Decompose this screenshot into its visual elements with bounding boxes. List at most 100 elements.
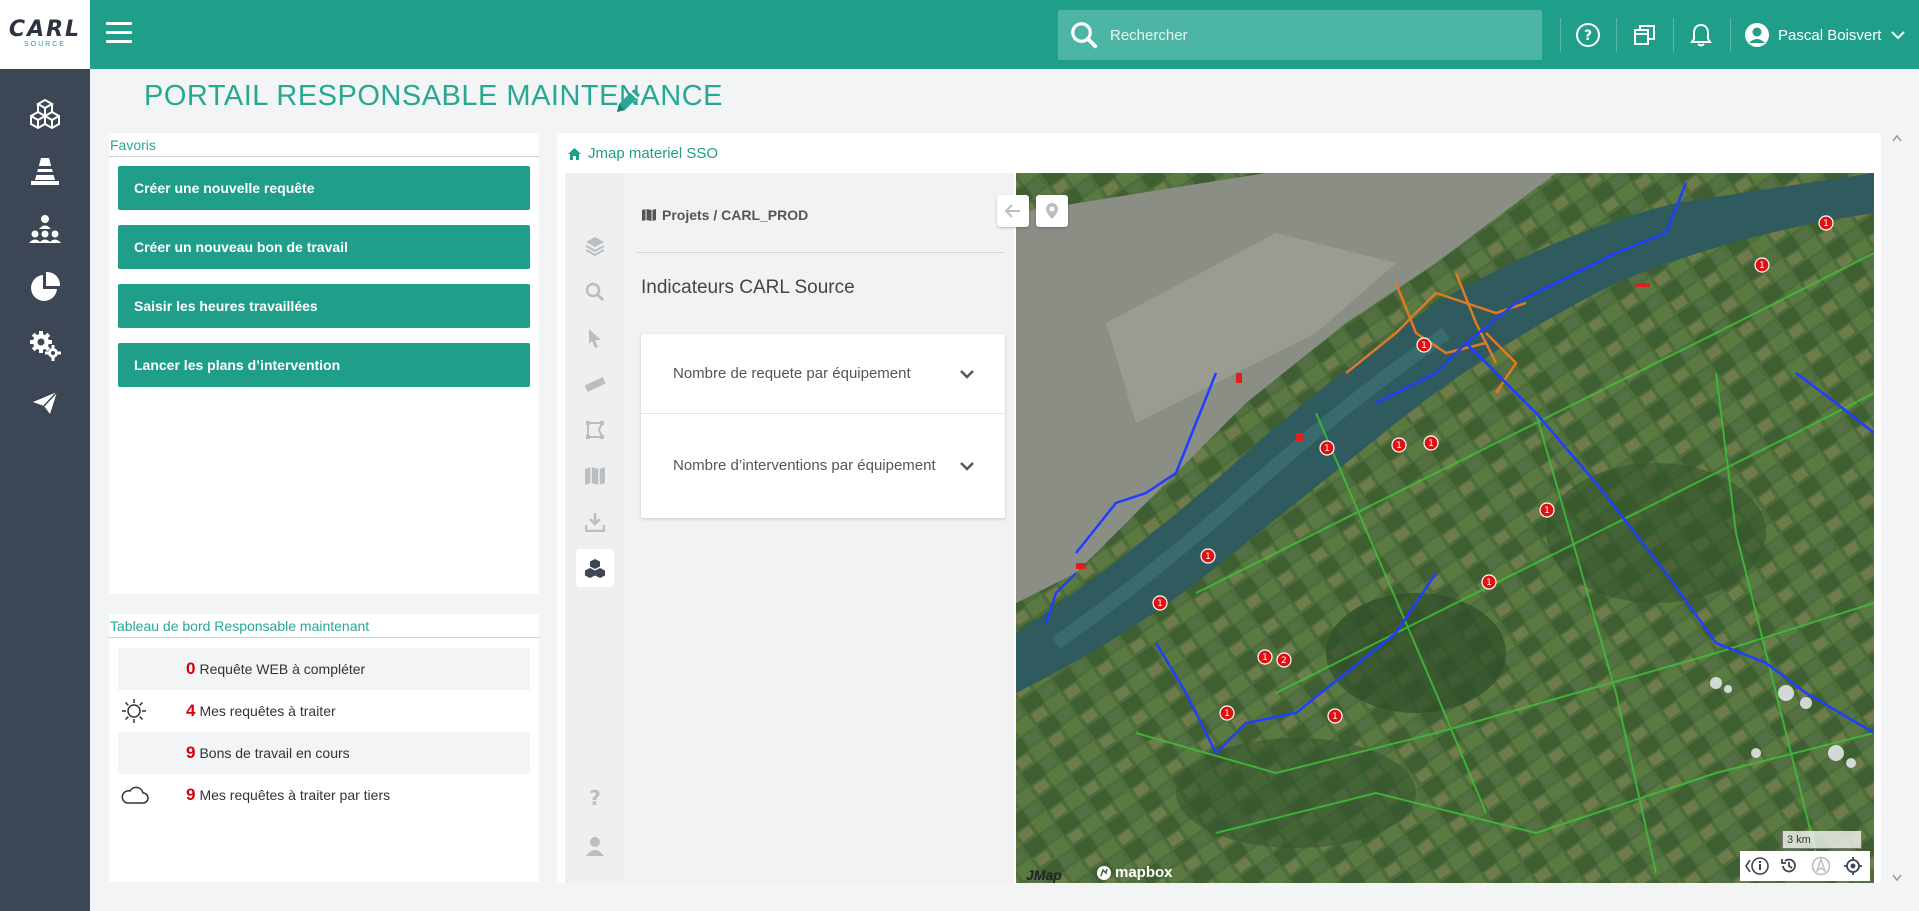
project-path: Projets / CARL_PROD <box>662 207 809 223</box>
layers-icon[interactable] <box>576 227 614 265</box>
map-widget: Jmap materiel SSO ? Projets / CARL_PROD … <box>557 133 1881 883</box>
indicators-title: Indicateurs CARL Source <box>641 277 855 298</box>
map-marker[interactable]: 1 <box>1539 502 1555 518</box>
menu-toggle-icon[interactable] <box>106 22 132 44</box>
indicators-cubes-icon[interactable] <box>576 549 614 587</box>
row-label: Mes requêtes à traiter par tiers <box>199 787 391 803</box>
chevron-down-icon <box>960 462 974 471</box>
marker-count: 1 <box>1205 552 1211 562</box>
edit-pencil-icon[interactable] <box>611 84 645 118</box>
user-name: Pascal Boisvert <box>1778 26 1882 44</box>
map-marker[interactable]: 1 <box>1481 574 1497 590</box>
row-count: 9 <box>186 785 196 804</box>
download-icon[interactable] <box>576 503 614 541</box>
map-marker[interactable]: 1 <box>1818 215 1834 231</box>
map-info-icon[interactable] <box>1740 851 1774 881</box>
user-menu[interactable]: Pascal Boisvert <box>1744 20 1906 50</box>
mapbox-icon <box>1097 865 1111 880</box>
separator <box>1673 18 1674 52</box>
map-tool-rail: ? <box>565 173 625 883</box>
map-breadcrumb-label: Jmap materiel SSO <box>588 145 719 162</box>
map-folded-icon[interactable] <box>576 457 614 495</box>
marker-count: 1 <box>1157 599 1163 609</box>
mapbox-label: mapbox <box>1115 864 1173 881</box>
map-marker[interactable]: 1 <box>1416 337 1432 353</box>
windows-icon[interactable] <box>1630 20 1660 50</box>
nav-settings-icon[interactable] <box>25 325 65 365</box>
svg-text:?: ? <box>1584 28 1592 44</box>
nav-cone-icon[interactable] <box>25 151 65 191</box>
nav-equipment-icon[interactable] <box>25 93 65 133</box>
user-profile-icon[interactable] <box>576 827 614 865</box>
page-scrollbar[interactable] <box>1890 133 1904 883</box>
measure-ruler-icon[interactable] <box>576 365 614 403</box>
nav-hierarchy-icon[interactable] <box>25 209 65 249</box>
map-marker[interactable]: 1 <box>1423 435 1439 451</box>
project-breadcrumb[interactable]: Projets / CARL_PROD <box>641 207 808 223</box>
bell-icon[interactable] <box>1686 20 1716 50</box>
separator <box>1730 18 1731 52</box>
mapbox-logo: mapbox <box>1096 864 1173 881</box>
map-marker[interactable]: 1 <box>1257 649 1273 665</box>
dashboard-row[interactable]: 0 Requête WEB à compléter <box>118 648 530 690</box>
create-work-order-button[interactable]: Créer un nouveau bon de travail <box>118 225 530 269</box>
map-history-icon[interactable] <box>1772 851 1806 881</box>
nav-pie-chart-icon[interactable] <box>25 267 65 307</box>
marker-count: 1 <box>1224 709 1230 719</box>
enter-hours-button[interactable]: Saisir les heures travaillées <box>118 284 530 328</box>
home-icon <box>568 147 581 160</box>
search-bar <box>1058 10 1542 60</box>
map-compass-icon[interactable] <box>1804 851 1838 881</box>
indicator-requests-per-equipment[interactable]: Nombre de requete par équipement <box>641 334 1005 414</box>
map-icon <box>642 209 656 221</box>
marker-count: 1 <box>1486 578 1492 588</box>
map-pin-icon[interactable] <box>1036 195 1068 227</box>
nav-send-icon[interactable] <box>25 383 65 423</box>
row-count: 4 <box>186 701 196 720</box>
row-label: Bons de travail en cours <box>199 745 350 761</box>
map-marker[interactable]: 1 <box>1200 548 1216 564</box>
create-request-button[interactable]: Créer une nouvelle requête <box>118 166 530 210</box>
map-marker[interactable]: 2 <box>1276 652 1292 668</box>
map-scale: 3 km <box>1782 831 1862 849</box>
user-avatar-icon <box>1745 23 1769 47</box>
search-input[interactable] <box>1110 26 1510 44</box>
map-breadcrumb[interactable]: Jmap materiel SSO <box>567 145 718 162</box>
chevron-down-icon <box>1891 31 1906 40</box>
map-search-icon[interactable] <box>576 273 614 311</box>
row-count: 9 <box>186 743 196 762</box>
marker-count: 1 <box>1759 261 1765 271</box>
map-marker[interactable]: 1 <box>1391 437 1407 453</box>
map-marker[interactable]: 1 <box>1327 708 1343 724</box>
map-back-arrow-icon[interactable] <box>997 195 1029 227</box>
dashboard-row[interactable]: 4 Mes requêtes à traiter <box>118 690 530 732</box>
select-pointer-icon[interactable] <box>576 319 614 357</box>
sun-icon <box>118 697 186 725</box>
indicator-interventions-per-equipment[interactable]: Nombre d’interventions par équipement <box>641 414 1005 518</box>
marker-count: 1 <box>1421 341 1427 351</box>
logo-sub-text: SOURCE <box>24 40 66 48</box>
map-marker[interactable]: 1 <box>1754 257 1770 273</box>
carl-logo[interactable]: CARL SOURCE <box>0 0 90 69</box>
top-bar: CARL SOURCE ? Pascal Boisvert <box>0 0 1919 69</box>
separator <box>1616 18 1617 52</box>
draw-polygon-icon[interactable] <box>576 411 614 449</box>
map-marker[interactable]: 1 <box>1152 595 1168 611</box>
dashboard-row[interactable]: 9 Mes requêtes à traiter par tiers <box>118 774 530 816</box>
launch-intervention-plans-button[interactable]: Lancer les plans d’intervention <box>118 343 530 387</box>
help-question-icon[interactable]: ? <box>576 779 614 817</box>
search-icon[interactable] <box>1058 10 1110 60</box>
map-locate-icon[interactable] <box>1836 851 1870 881</box>
dashboard-row[interactable]: 9 Bons de travail en cours <box>118 732 530 774</box>
marker-count: 1 <box>1823 219 1829 229</box>
help-icon[interactable]: ? <box>1573 20 1603 50</box>
logo-main-text: CARL <box>8 16 82 42</box>
dashboard-heading: Tableau de bord Responsable maintenant <box>109 614 539 638</box>
indicator-label: Nombre d’interventions par équipement <box>673 457 936 474</box>
marker-count: 1 <box>1428 439 1434 449</box>
map-viewport[interactable]: 1 1 1 1 1 1 1 1 1 2 1 1 1 1 3 km JMap ma… <box>1016 173 1874 883</box>
divider <box>637 252 1005 253</box>
map-marker[interactable]: 1 <box>1319 440 1335 456</box>
map-marker[interactable]: 1 <box>1219 705 1235 721</box>
marker-count: 1 <box>1262 653 1268 663</box>
